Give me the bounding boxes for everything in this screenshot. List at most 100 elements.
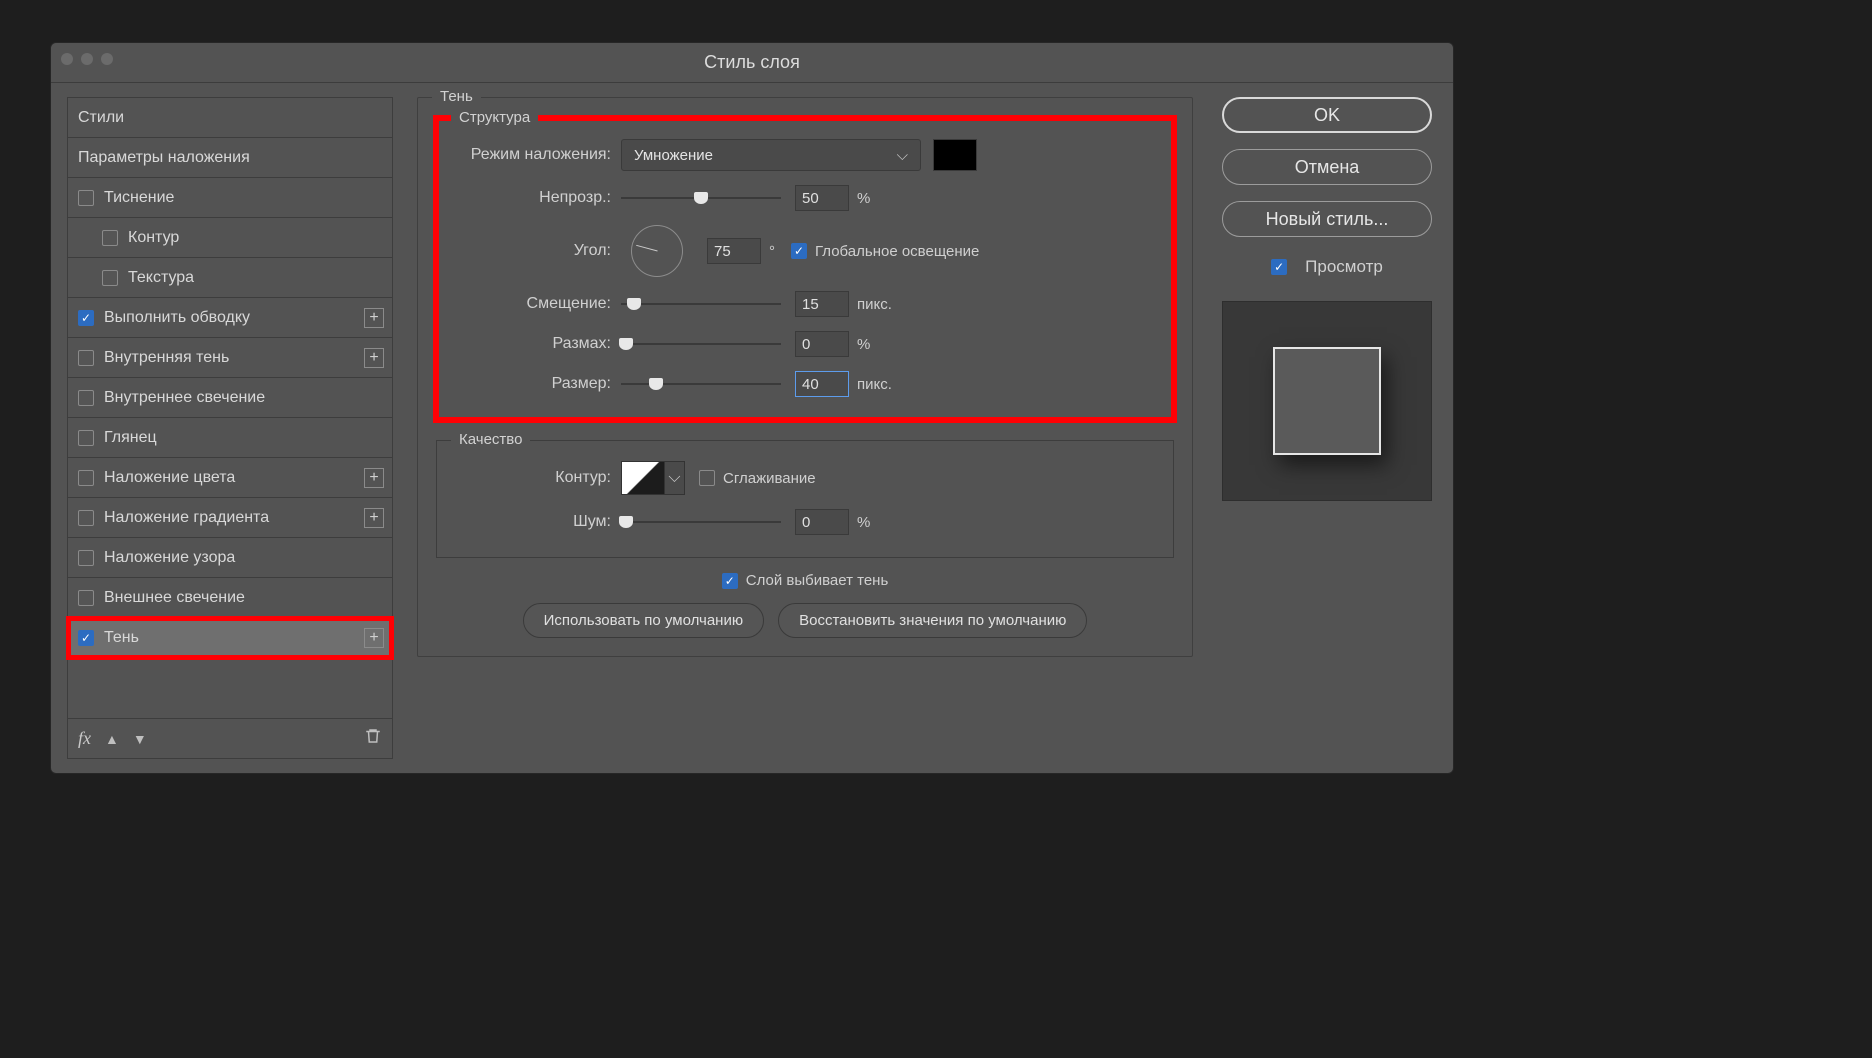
add-effect-icon[interactable]: +	[364, 508, 384, 528]
add-effect-icon[interactable]: +	[364, 348, 384, 368]
blend-mode-select[interactable]: Умножение ⌵	[621, 139, 921, 171]
sidebar-item[interactable]: Наложение градиента+	[68, 498, 392, 538]
preview-label: Просмотр	[1305, 257, 1383, 277]
layer-style-dialog: Стиль слоя Стили Параметры наложения Тис…	[50, 42, 1454, 774]
sidebar-item[interactable]: Наложение цвета +	[68, 458, 392, 498]
move-down-icon[interactable]: ▼	[133, 731, 147, 747]
sidebar-footer: fx ▲ ▼	[68, 718, 392, 758]
knockout-label: Слой выбивает тень	[746, 572, 889, 589]
reset-default-button[interactable]: Восстановить значения по умолчанию	[778, 603, 1087, 638]
shadow-color-swatch[interactable]	[933, 139, 977, 171]
global-light-checkbox[interactable]	[791, 243, 807, 259]
dialog-title: Стиль слоя	[704, 52, 800, 73]
sidebar-item-label: Внутренняя тень	[104, 349, 229, 367]
sidebar-item-label: Тень	[104, 629, 139, 647]
cancel-button[interactable]: Отмена	[1222, 149, 1432, 185]
noise-input[interactable]	[795, 509, 849, 535]
style-checkbox[interactable]	[78, 430, 94, 446]
maximize-icon[interactable]	[101, 53, 113, 65]
noise-label: Шум:	[461, 513, 621, 531]
style-checkbox[interactable]	[102, 270, 118, 286]
sidebar-item-label: Внешнее свечение	[104, 589, 245, 607]
contour-dropdown[interactable]: ⌵	[665, 461, 685, 495]
styles-sidebar: Стили Параметры наложения Тиснение Контур…	[67, 97, 393, 759]
sidebar-item-label: Внутреннее свечение	[104, 389, 265, 407]
fx-icon[interactable]: fx	[78, 728, 91, 749]
sidebar-item[interactable]: Глянец	[68, 418, 392, 458]
blend-mode-label: Режим наложения:	[461, 146, 621, 164]
distance-input[interactable]	[795, 291, 849, 317]
preview-thumbnail	[1222, 301, 1432, 501]
style-checkbox[interactable]	[78, 590, 94, 606]
settings-panel: Тень Структура Режим наложения: Умножени…	[417, 97, 1193, 759]
minimize-icon[interactable]	[81, 53, 93, 65]
knockout-checkbox[interactable]	[722, 573, 738, 589]
add-effect-icon[interactable]: +	[364, 628, 384, 648]
style-checkbox[interactable]	[78, 190, 94, 206]
sidebar-item[interactable]: Наложение узора	[68, 538, 392, 578]
sidebar-item-label: Наложение цвета	[104, 469, 235, 487]
anti-alias-checkbox[interactable]	[699, 470, 715, 486]
sidebar-blending-options[interactable]: Параметры наложения	[68, 138, 392, 178]
noise-slider[interactable]	[621, 513, 781, 531]
contour-picker[interactable]	[621, 461, 665, 495]
opacity-input[interactable]	[795, 185, 849, 211]
size-label: Размер:	[461, 375, 621, 393]
sidebar-item-label: Выполнить обводку	[104, 309, 250, 327]
distance-label: Смещение:	[461, 295, 621, 313]
sidebar-item[interactable]: Выполнить обводку +	[68, 298, 392, 338]
angle-dial[interactable]	[631, 225, 683, 277]
sidebar-item-label: Тиснение	[104, 189, 174, 207]
delete-icon[interactable]	[364, 727, 382, 750]
style-checkbox[interactable]	[78, 390, 94, 406]
close-icon[interactable]	[61, 53, 73, 65]
style-checkbox[interactable]	[102, 230, 118, 246]
ok-button[interactable]: OK	[1222, 97, 1432, 133]
window-controls[interactable]	[61, 53, 113, 65]
quality-legend: Качество	[451, 431, 530, 448]
preview-swatch	[1273, 347, 1381, 455]
global-light-label: Глобальное освещение	[815, 243, 979, 260]
spread-label: Размах:	[461, 335, 621, 353]
sidebar-item[interactable]: Тиснение	[68, 178, 392, 218]
sidebar-item-label: Глянец	[104, 429, 157, 447]
spread-input[interactable]	[795, 331, 849, 357]
preview-checkbox[interactable]	[1271, 259, 1287, 275]
make-default-button[interactable]: Использовать по умолчанию	[523, 603, 764, 638]
sidebar-item[interactable]: Тень +	[68, 618, 392, 658]
sidebar-styles-header[interactable]: Стили	[68, 98, 392, 138]
size-input[interactable]	[795, 371, 849, 397]
dialog-titlebar: Стиль слоя	[51, 43, 1453, 83]
sidebar-item[interactable]: Текстура	[68, 258, 392, 298]
sidebar-item-label: Контур	[128, 229, 179, 247]
sidebar-item[interactable]: Внешнее свечение	[68, 578, 392, 618]
style-checkbox[interactable]	[78, 310, 94, 326]
sidebar-item-label: Наложение узора	[104, 549, 235, 567]
sidebar-item-label: Текстура	[128, 269, 194, 287]
sidebar-item[interactable]: Контур	[68, 218, 392, 258]
opacity-label: Непрозр.:	[461, 189, 621, 207]
chevron-down-icon: ⌵	[897, 147, 908, 164]
size-slider[interactable]	[621, 375, 781, 393]
distance-slider[interactable]	[621, 295, 781, 313]
sidebar-item[interactable]: Внутренняя тень +	[68, 338, 392, 378]
style-checkbox[interactable]	[78, 470, 94, 486]
angle-label: Угол:	[461, 242, 621, 260]
sidebar-item[interactable]: Внутреннее свечение	[68, 378, 392, 418]
spread-slider[interactable]	[621, 335, 781, 353]
style-checkbox[interactable]	[78, 350, 94, 366]
move-up-icon[interactable]: ▲	[105, 731, 119, 747]
anti-alias-label: Сглаживание	[723, 470, 816, 487]
add-effect-icon[interactable]: +	[364, 468, 384, 488]
structure-group: Структура Режим наложения: Умножение ⌵ Н…	[436, 118, 1174, 420]
style-checkbox[interactable]	[78, 510, 94, 526]
quality-group: Качество Контур: ⌵ Сглаживание Шум:	[436, 440, 1174, 558]
new-style-button[interactable]: Новый стиль...	[1222, 201, 1432, 237]
angle-input[interactable]	[707, 238, 761, 264]
contour-label: Контур:	[461, 469, 621, 487]
structure-legend: Структура	[451, 109, 538, 126]
opacity-slider[interactable]	[621, 189, 781, 207]
style-checkbox[interactable]	[78, 550, 94, 566]
add-effect-icon[interactable]: +	[364, 308, 384, 328]
style-checkbox[interactable]	[78, 630, 94, 646]
